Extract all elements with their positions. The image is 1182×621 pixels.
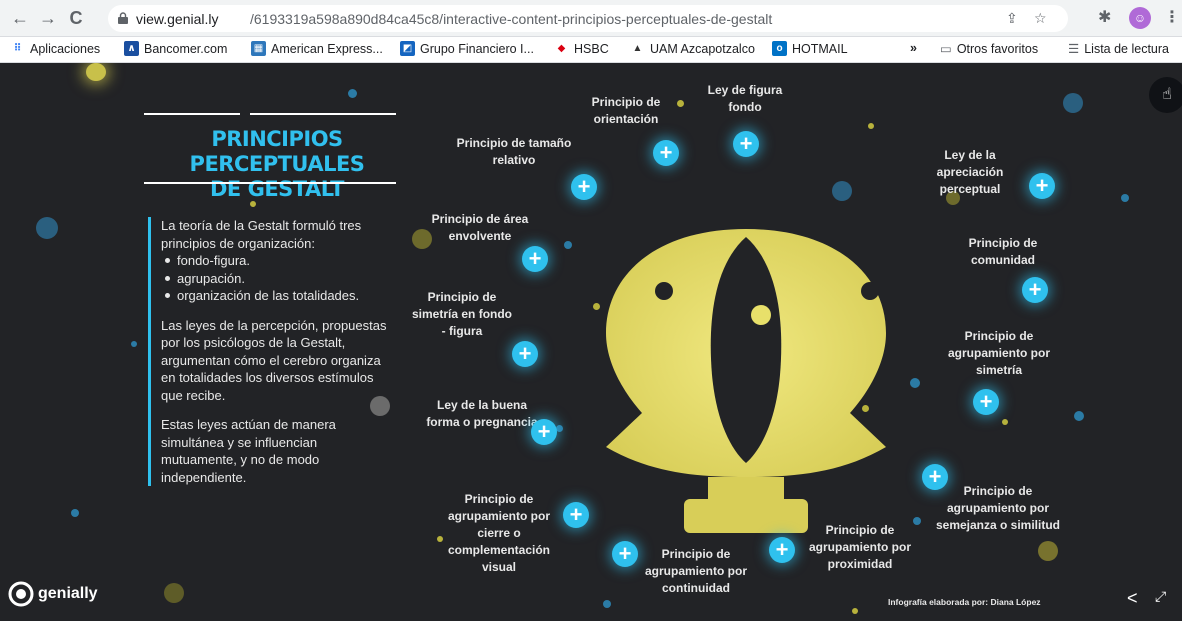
grupo-financiero-icon: ◩ <box>400 41 415 56</box>
bookmark-uam[interactable]: ▲ UAM Azcapotzalco <box>630 41 755 56</box>
glow-dot <box>564 241 572 249</box>
reload-icon[interactable]: C <box>64 6 88 30</box>
share-icon[interactable]: < <box>1127 588 1138 609</box>
bookmarks-bar: ⠿ Aplicaciones ∧ Bancomer.com ▦ American Ex… <box>0 37 1182 63</box>
other-bookmarks-folder[interactable]: ▭ Otros favoritos <box>940 41 1038 57</box>
glow-dot <box>832 181 852 201</box>
bookmark-grupo-financiero[interactable]: ◩ Grupo Financiero I... <box>400 41 534 56</box>
glow-dot <box>556 425 563 432</box>
label-comunidad: Principio de comunidad <box>968 236 1038 267</box>
reading-list-icon: ☰ <box>1068 42 1080 56</box>
bookmarks-overflow-button[interactable]: » <box>910 41 917 55</box>
glow-dot <box>910 378 920 388</box>
glow-dot <box>677 100 684 107</box>
gestalt-faces-figure <box>606 229 886 533</box>
title-rule-top-right <box>250 113 396 115</box>
glow-dot <box>131 341 137 347</box>
touch-hand-icon[interactable]: ☝ <box>1149 77 1182 113</box>
intro-text: La teoría de la Gestalt formuló tres pri… <box>148 217 388 486</box>
extensions-puzzle-icon[interactable]: ✱ <box>1098 7 1111 27</box>
plus-button-agrupamiento-simetria[interactable]: + <box>973 389 999 415</box>
genially-logo-icon <box>8 581 34 607</box>
glow-dot <box>1121 194 1129 202</box>
amex-icon: ▦ <box>251 41 266 56</box>
glow-dot <box>1063 93 1083 113</box>
label-agrupamiento-simetria: Principio de agrupamiento por simetría <box>947 329 1050 377</box>
page-title: PRINCIPIOS PERCEPTUALES DE GESTALT <box>189 127 365 201</box>
glow-dot <box>1002 419 1008 425</box>
laws-paragraph: Las leyes de la percepción, propuestas p… <box>161 317 387 403</box>
plus-button-figura-fondo[interactable]: + <box>733 131 759 157</box>
label-cierre: Principio de agrupamiento por cierre o c… <box>447 492 551 574</box>
label-simetria-fondo-figura: Principio de simetría en fondo - figura <box>412 290 513 338</box>
glow-dot <box>348 89 357 98</box>
list-item: agrupación. <box>161 270 388 288</box>
back-arrow-icon[interactable]: ← <box>8 6 32 30</box>
simultaneity-paragraph: Estas leyes actúan de manera simultánea … <box>161 417 336 485</box>
glow-dot <box>164 583 184 603</box>
glow-dot <box>852 608 858 614</box>
share-page-icon[interactable]: ⇪ <box>1006 10 1018 27</box>
title-rule-bottom <box>144 182 396 184</box>
glow-dot <box>86 63 106 81</box>
folder-icon: ▭ <box>940 42 952 56</box>
plus-button-comunidad[interactable]: + <box>1022 277 1048 303</box>
bookmark-hsbc[interactable]: ◆ HSBC <box>554 41 609 56</box>
glow-dot <box>36 217 58 239</box>
plus-button-semejanza[interactable]: + <box>922 464 948 490</box>
bookmark-aplicaciones[interactable]: ⠿ Aplicaciones <box>10 41 101 56</box>
label-continuidad: Principio de agrupamiento por continuida… <box>644 547 747 595</box>
forward-arrow-icon[interactable]: → <box>36 6 60 30</box>
label-tamano-relativo: Principio de tamaño relativo <box>456 136 572 167</box>
browser-toolbar: ← → C view.genial.ly /6193319a598a890d84… <box>0 0 1182 37</box>
genially-infographic: PRINCIPIOS PERCEPTUALES DE GESTALT La te… <box>0 63 1182 621</box>
address-bar[interactable]: view.genial.ly /6193319a598a890d84ca45c8… <box>108 5 1068 32</box>
author-credit: Infografía elaborada por: Diana López <box>888 597 1041 607</box>
plus-button-simetria-fondo-figura[interactable]: + <box>512 341 538 367</box>
list-item: organización de las totalidades. <box>161 287 388 305</box>
plus-button-apreciacion-perceptual[interactable]: + <box>1029 173 1055 199</box>
label-semejanza: Principio de agrupamiento por semejanza … <box>935 484 1061 532</box>
apps-grid-icon: ⠿ <box>13 43 22 54</box>
uam-icon: ▲ <box>632 43 643 54</box>
bookmark-amex[interactable]: ▦ American Express... <box>251 41 383 56</box>
glow-dot <box>71 509 79 517</box>
menu-kebab-icon[interactable]: ⋮ <box>1164 7 1180 27</box>
url-path: /6193319a598a890d84ca45c8/interactive-co… <box>250 11 773 27</box>
hsbc-icon: ◆ <box>557 43 566 54</box>
bookmark-star-icon[interactable]: ☆ <box>1034 10 1047 27</box>
plus-button-tamano-relativo[interactable]: + <box>571 174 597 200</box>
label-orientacion: Principio de orientación <box>591 95 661 126</box>
lock-icon <box>118 12 128 24</box>
label-buena-forma: Ley de la buena forma o pregnancia <box>426 398 538 429</box>
bancomer-icon: ∧ <box>124 41 139 56</box>
label-proximidad: Principio de agrupamiento por proximidad <box>808 523 911 571</box>
reading-list-button[interactable]: ☰ Lista de lectura <box>1068 41 1169 57</box>
plus-button-cierre[interactable]: + <box>563 502 589 528</box>
plus-button-area-envolvente[interactable]: + <box>522 246 548 272</box>
glow-dot <box>1074 411 1084 421</box>
list-item: fondo-figura. <box>161 252 388 270</box>
plus-button-orientacion[interactable]: + <box>653 140 679 166</box>
plus-button-buena-forma[interactable]: + <box>531 419 557 445</box>
label-apreciacion-perceptual: Ley de la apreciación perceptual <box>936 148 1004 196</box>
label-figura-fondo: Ley de figura fondo <box>707 83 783 114</box>
fullscreen-icon[interactable]: ⤢ <box>1155 588 1166 605</box>
glow-dot <box>603 600 611 608</box>
bookmark-bancomer[interactable]: ∧ Bancomer.com <box>124 41 227 56</box>
principles-list: fondo-figura. agrupación. organización d… <box>161 252 388 305</box>
glow-dot <box>1038 541 1058 561</box>
genially-logo[interactable]: genially <box>8 581 98 607</box>
outlook-icon: o <box>772 41 787 56</box>
profile-avatar[interactable]: ☺ <box>1129 7 1151 29</box>
label-area-envolvente: Principio de área envolvente <box>431 212 529 243</box>
glow-dot <box>868 123 874 129</box>
plus-button-proximidad[interactable]: + <box>769 537 795 563</box>
url-host: view.genial.ly <box>136 11 219 27</box>
title-rule-top-left <box>144 113 240 115</box>
plus-button-continuidad[interactable]: + <box>612 541 638 567</box>
intro-paragraph: La teoría de la Gestalt formuló tres pri… <box>161 218 362 251</box>
bookmark-hotmail[interactable]: o HOTMAIL <box>772 41 848 56</box>
